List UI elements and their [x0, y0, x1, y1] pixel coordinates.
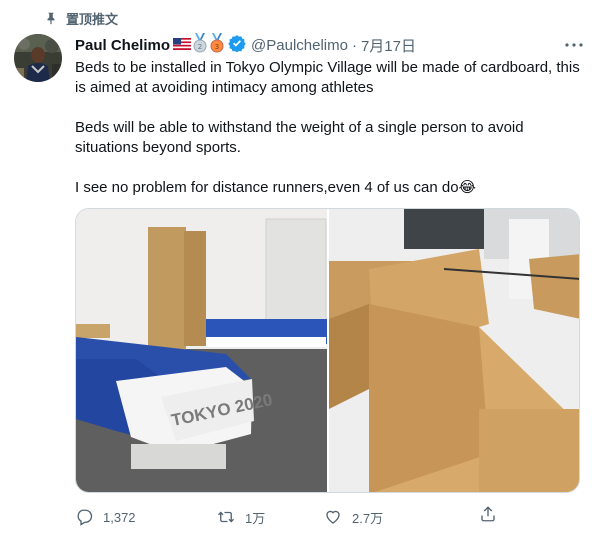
separator-dot: ·: [351, 36, 357, 54]
tweet-media[interactable]: TOKYO 2020: [75, 208, 580, 493]
us-flag-icon: [173, 37, 192, 54]
verified-badge-icon: [228, 34, 246, 56]
svg-text:3: 3: [215, 43, 219, 51]
more-options-icon[interactable]: [564, 35, 584, 55]
pin-icon: [47, 12, 55, 25]
heart-icon: [326, 510, 340, 524]
photo-left[interactable]: TOKYO 2020: [76, 209, 327, 492]
photo-right[interactable]: [328, 209, 579, 492]
tweet-actions: 1,372 1万 2.7万: [75, 505, 505, 529]
silver-medal-icon: 2: [192, 33, 208, 57]
like-button[interactable]: 2.7万: [324, 508, 449, 527]
tweet-header: Paul Chelimo 2 3 @Paulchelimo · 7月17日: [75, 33, 584, 57]
share-button[interactable]: [479, 505, 497, 528]
reply-icon: [77, 509, 93, 526]
tweet-date[interactable]: 7月17日: [361, 35, 416, 56]
svg-text:2: 2: [198, 43, 202, 51]
reply-button[interactable]: 1,372: [75, 508, 200, 526]
author-handle[interactable]: @Paulchelimo: [251, 37, 348, 54]
pinned-label: 置顶推文: [66, 11, 119, 27]
pinned-tweet-banner: 置顶推文: [44, 8, 118, 28]
tweet-text: Beds to be installed in Tokyo Olympic Vi…: [75, 59, 580, 196]
retweet-count: 1万: [245, 510, 266, 526]
retweet-icon: [218, 511, 234, 523]
bronze-medal-icon: 3: [209, 33, 225, 57]
like-count: 2.7万: [352, 510, 384, 526]
reply-count: 1,372: [103, 509, 136, 525]
share-icon: [481, 506, 495, 522]
author-badges: 2 3: [173, 33, 247, 57]
author-name[interactable]: Paul Chelimo: [75, 37, 170, 54]
avatar[interactable]: [14, 34, 62, 82]
